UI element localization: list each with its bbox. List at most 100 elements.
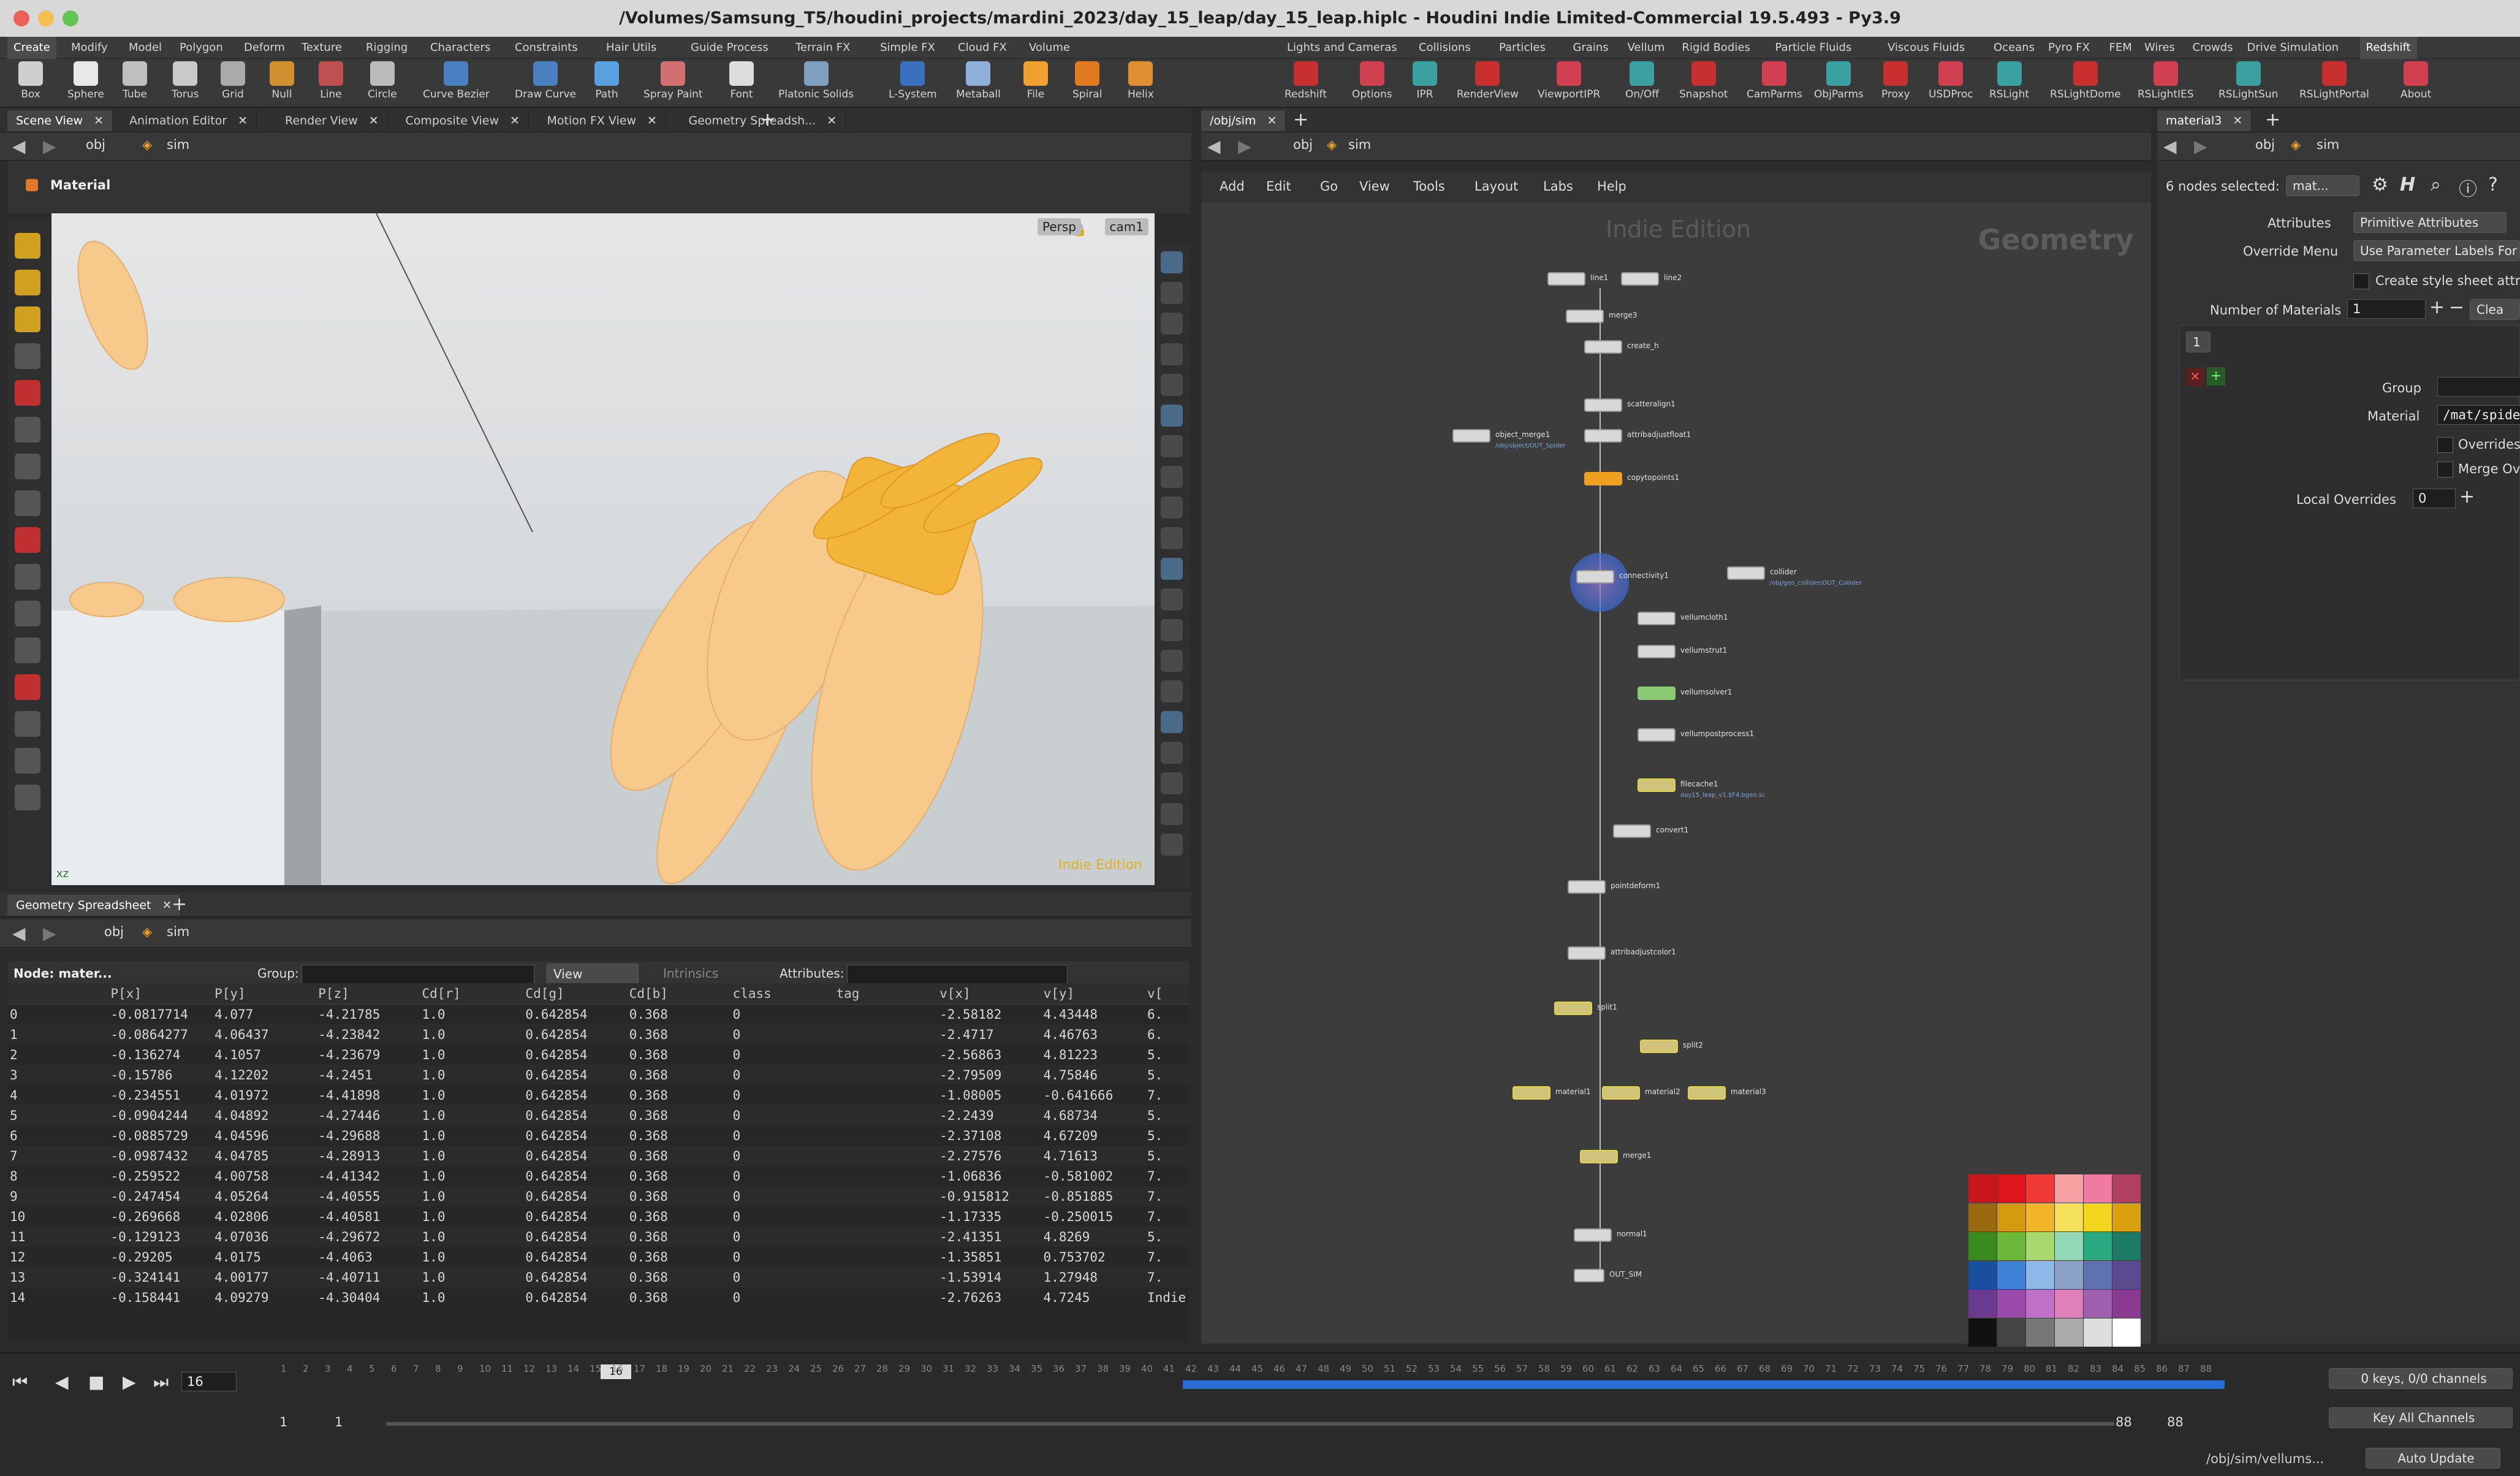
path-sim[interactable]: sim	[2317, 137, 2339, 152]
color-swatch[interactable]	[2084, 1232, 2112, 1260]
handle-icon[interactable]	[15, 306, 40, 332]
color-swatch[interactable]	[2055, 1203, 2083, 1231]
node-material3[interactable]	[1688, 1086, 1726, 1100]
viewport-display-icon[interactable]	[1161, 405, 1183, 427]
group-filter-input[interactable]	[302, 965, 534, 984]
viewport-display-icon[interactable]	[1161, 466, 1183, 488]
shelf-tab-crowds[interactable]: Crowds	[2187, 37, 2239, 59]
table-row[interactable]: 13 -0.324141 4.00177 -4.40711 1.0 0.642854 0.3…	[7, 1267, 1189, 1287]
back-arrow-icon[interactable]: ◀	[2163, 136, 2177, 156]
shelf-tool-ipr[interactable]: IPR	[1413, 61, 1437, 101]
scene-viewport[interactable]: 🔒 Persp cam1 Indie Edition xz	[51, 213, 1155, 885]
network-menu-tools[interactable]: Tools	[1413, 179, 1445, 194]
column-header[interactable]: class	[730, 983, 834, 1005]
color-swatch[interactable]	[2055, 1261, 2083, 1289]
shelf-tab-volume[interactable]: Volume	[1023, 37, 1076, 59]
color-swatch[interactable]	[2055, 1232, 2083, 1260]
viewport-display-icon[interactable]	[1161, 282, 1183, 304]
color-swatch[interactable]	[1997, 1174, 2025, 1203]
node-connectivity1[interactable]	[1576, 570, 1614, 584]
shelf-tool-path[interactable]: Path	[594, 61, 619, 101]
shelf-tab-terrain-fx[interactable]: Terrain FX	[789, 37, 856, 59]
shelf-tool-l-system[interactable]: L-System	[889, 61, 937, 101]
add-tab-icon[interactable]: +	[760, 109, 775, 131]
attributes-filter-input[interactable]	[847, 965, 1068, 984]
table-row[interactable]: 6 -0.0885729 4.04596 -4.29688 1.0 0.642854 0.3…	[7, 1125, 1189, 1146]
table-row[interactable]: 9 -0.247454 4.05264 -4.40555 1.0 0.642854 0.36…	[7, 1186, 1189, 1206]
table-row[interactable]: 8 -0.259522 4.00758 -4.41342 1.0 0.642854 0.36…	[7, 1166, 1189, 1186]
shelf-tool-file[interactable]: File	[1023, 61, 1048, 101]
shelf-tab-particles[interactable]: Particles	[1493, 37, 1552, 59]
shelf-tool-spray-paint[interactable]: Spray Paint	[643, 61, 703, 101]
color-swatch[interactable]	[1968, 1174, 1997, 1203]
table-row[interactable]: 7 -0.0987432 4.04785 -4.28913 1.0 0.642854 0.3…	[7, 1146, 1189, 1166]
viewport-display-icon[interactable]	[1161, 558, 1183, 580]
color-palette[interactable]	[1968, 1174, 2141, 1347]
table-row[interactable]: 0 -0.0817714 4.077 -4.21785 1.0 0.642854 0.368…	[7, 1004, 1189, 1024]
info-icon[interactable]: ⓘ	[2459, 174, 2477, 201]
column-header[interactable]: P[y]	[212, 983, 316, 1005]
color-swatch[interactable]	[2026, 1232, 2054, 1260]
instance-tab-1[interactable]: 1	[2186, 332, 2211, 352]
shelf-tool-rslightdome[interactable]: RSLightDome	[2050, 61, 2121, 101]
minimize-window-button[interactable]	[38, 10, 54, 26]
node-merge1[interactable]	[1580, 1150, 1618, 1163]
column-header[interactable]: v[	[1144, 983, 1189, 1005]
tab-motion-fx-view[interactable]: Motion FX View ✕	[539, 110, 666, 131]
shelf-tool-draw-curve[interactable]: Draw Curve	[515, 61, 576, 101]
shelf-tool-null[interactable]: Null	[270, 61, 294, 101]
viewport-display-icon[interactable]	[1161, 374, 1183, 396]
add-tab-icon[interactable]: +	[1293, 109, 1308, 131]
shelf-tool-grid[interactable]: Grid	[221, 61, 245, 101]
tab-composite-view[interactable]: Composite View ✕	[397, 110, 529, 131]
search-icon[interactable]: ⌕	[2431, 174, 2441, 196]
shelf-tool-platonic-solids[interactable]: Platonic Solids	[778, 61, 854, 101]
column-header[interactable]: Cd[g]	[523, 983, 627, 1005]
back-arrow-icon[interactable]: ◀	[12, 136, 26, 156]
node-vellumpostprocess1[interactable]	[1638, 728, 1676, 742]
network-menu-add[interactable]: Add	[1220, 179, 1245, 194]
end-frame-input[interactable]: 88	[2167, 1415, 2184, 1429]
shelf-tool-viewportipr[interactable]: ViewportIPR	[1538, 61, 1600, 101]
viewport-display-icon[interactable]	[1161, 496, 1183, 519]
clear-button[interactable]: Clea	[2470, 299, 2520, 320]
viewport-display-icon[interactable]	[1161, 742, 1183, 764]
close-tab-icon[interactable]: ✕	[94, 114, 104, 127]
path-sim[interactable]: sim	[167, 137, 189, 152]
add-material-icon[interactable]: +	[2429, 297, 2445, 318]
arc-icon[interactable]	[15, 711, 40, 737]
column-header[interactable]: tag	[833, 983, 938, 1005]
shelf-tab-cloud-fx[interactable]: Cloud FX	[952, 37, 1013, 59]
color-swatch[interactable]	[1968, 1232, 1997, 1260]
color-swatch[interactable]	[1997, 1203, 2025, 1231]
viewport-display-icon[interactable]	[1161, 313, 1183, 335]
tab-network-path[interactable]: /obj/sim ✕	[1201, 110, 1286, 131]
node-filecache1[interactable]	[1638, 778, 1676, 792]
viewport-display-icon[interactable]	[1161, 650, 1183, 672]
color-swatch[interactable]	[2026, 1290, 2054, 1318]
overrides-checkbox[interactable]	[2437, 437, 2453, 453]
node-type-menu[interactable]: mat...	[2286, 175, 2359, 196]
table-row[interactable]: 4 -0.234551 4.01972 -4.41898 1.0 0.642854 0.36…	[7, 1085, 1189, 1105]
color-swatch[interactable]	[1997, 1232, 2025, 1260]
column-header[interactable]: v[y]	[1041, 983, 1145, 1005]
add-instance-icon[interactable]: +	[2207, 367, 2225, 386]
viewport-display-icon[interactable]	[1161, 772, 1183, 794]
table-row[interactable]: 2 -0.136274 4.1057 -4.23679 1.0 0.642854 0.368…	[7, 1044, 1189, 1065]
shelf-tool-redshift[interactable]: Redshift	[1285, 61, 1327, 101]
color-swatch[interactable]	[2026, 1203, 2054, 1231]
path-obj[interactable]: obj	[1293, 137, 1313, 152]
color-swatch[interactable]	[2112, 1318, 2141, 1347]
shelf-tab-modify[interactable]: Modify	[65, 37, 114, 59]
viewport-display-icon[interactable]	[1161, 251, 1183, 273]
column-header[interactable]: P[z]	[316, 983, 420, 1005]
color-swatch[interactable]	[2026, 1318, 2054, 1347]
back-arrow-icon[interactable]: ◀	[1207, 136, 1221, 156]
path-sim[interactable]: sim	[1348, 137, 1371, 152]
forward-arrow-icon[interactable]: ▶	[43, 136, 56, 156]
shelf-tab-polygon[interactable]: Polygon	[173, 37, 229, 59]
close-tab-icon[interactable]: ✕	[369, 114, 379, 127]
sphere-icon[interactable]	[15, 454, 40, 479]
viewport-display-icon[interactable]	[1161, 527, 1183, 549]
add-tab-icon[interactable]: +	[172, 894, 187, 915]
